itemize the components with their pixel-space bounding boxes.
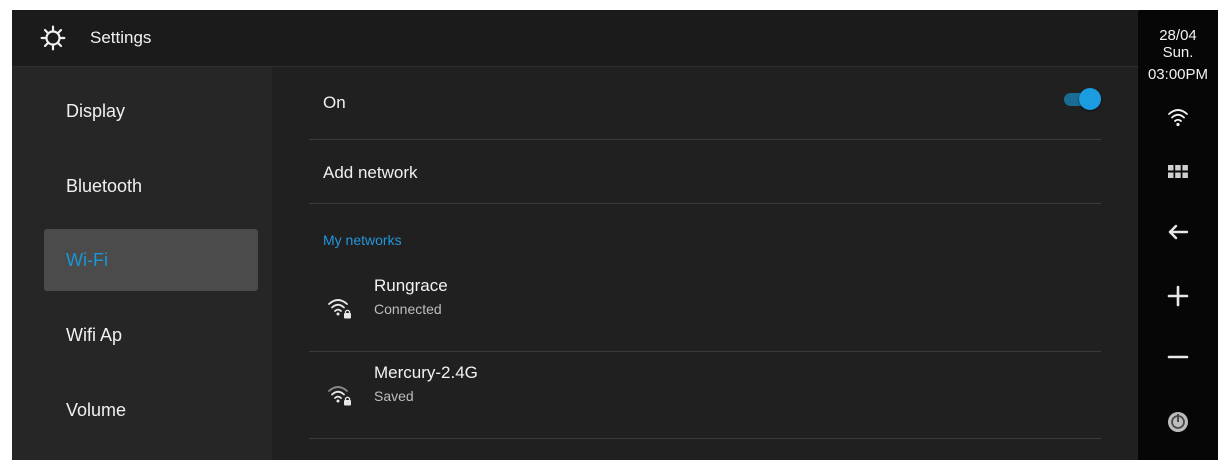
wifi-toggle-label: On [323, 93, 346, 112]
apps-grid-icon[interactable] [1166, 160, 1190, 184]
settings-app: Settings Display Bluetooth Wi-Fi Wifi Ap… [12, 10, 1138, 460]
sidebar-item-wifi-ap[interactable]: Wifi Ap [44, 304, 258, 366]
day-text: Sun. [1162, 44, 1194, 61]
network-name: Mercury-2.4G [374, 363, 478, 382]
back-arrow-icon[interactable] [1166, 220, 1190, 244]
gear-icon [40, 25, 66, 51]
time-text: 03:00PM [1147, 66, 1209, 83]
date-text: 28/04 [1159, 27, 1197, 44]
network-status: Connected [374, 301, 442, 317]
wifi-lock-icon [328, 299, 351, 319]
network-status: Saved [374, 388, 414, 404]
sidebar-item-volume[interactable]: Volume [44, 379, 258, 441]
add-network-label: Add network [323, 163, 418, 182]
sidebar-item-display[interactable]: Display [44, 80, 258, 142]
network-name: Rungrace [374, 276, 448, 295]
screen: Settings Display Bluetooth Wi-Fi Wifi Ap… [12, 10, 1218, 460]
section-label: My networks [323, 232, 402, 248]
wifi-panel: On Add network My networks Rungrace Conn… [272, 67, 1138, 460]
wifi-icon[interactable] [1166, 105, 1190, 129]
volume-up-icon[interactable] [1166, 284, 1190, 308]
add-network-row[interactable]: Add network [309, 140, 1101, 204]
sidebar-item-bluetooth[interactable]: Bluetooth [44, 155, 258, 217]
network-item-mercury[interactable]: Mercury-2.4G Saved [309, 352, 1101, 439]
toggle-knob [1079, 88, 1101, 110]
sidebar: Display Bluetooth Wi-Fi Wifi Ap Volume [12, 67, 272, 460]
title-bar: Settings [12, 10, 1138, 67]
power-icon[interactable] [1166, 410, 1190, 434]
wifi-toggle-row[interactable]: On [309, 67, 1101, 140]
wifi-lock-icon [328, 386, 351, 406]
network-item-rungrace[interactable]: Rungrace Connected [309, 265, 1101, 352]
status-bar: 28/04 Sun. 03:00PM [1138, 10, 1218, 460]
wifi-toggle-switch[interactable] [1061, 88, 1101, 110]
volume-down-icon[interactable] [1166, 345, 1190, 369]
sidebar-item-wifi[interactable]: Wi-Fi [44, 229, 258, 291]
page-title: Settings [90, 28, 152, 47]
